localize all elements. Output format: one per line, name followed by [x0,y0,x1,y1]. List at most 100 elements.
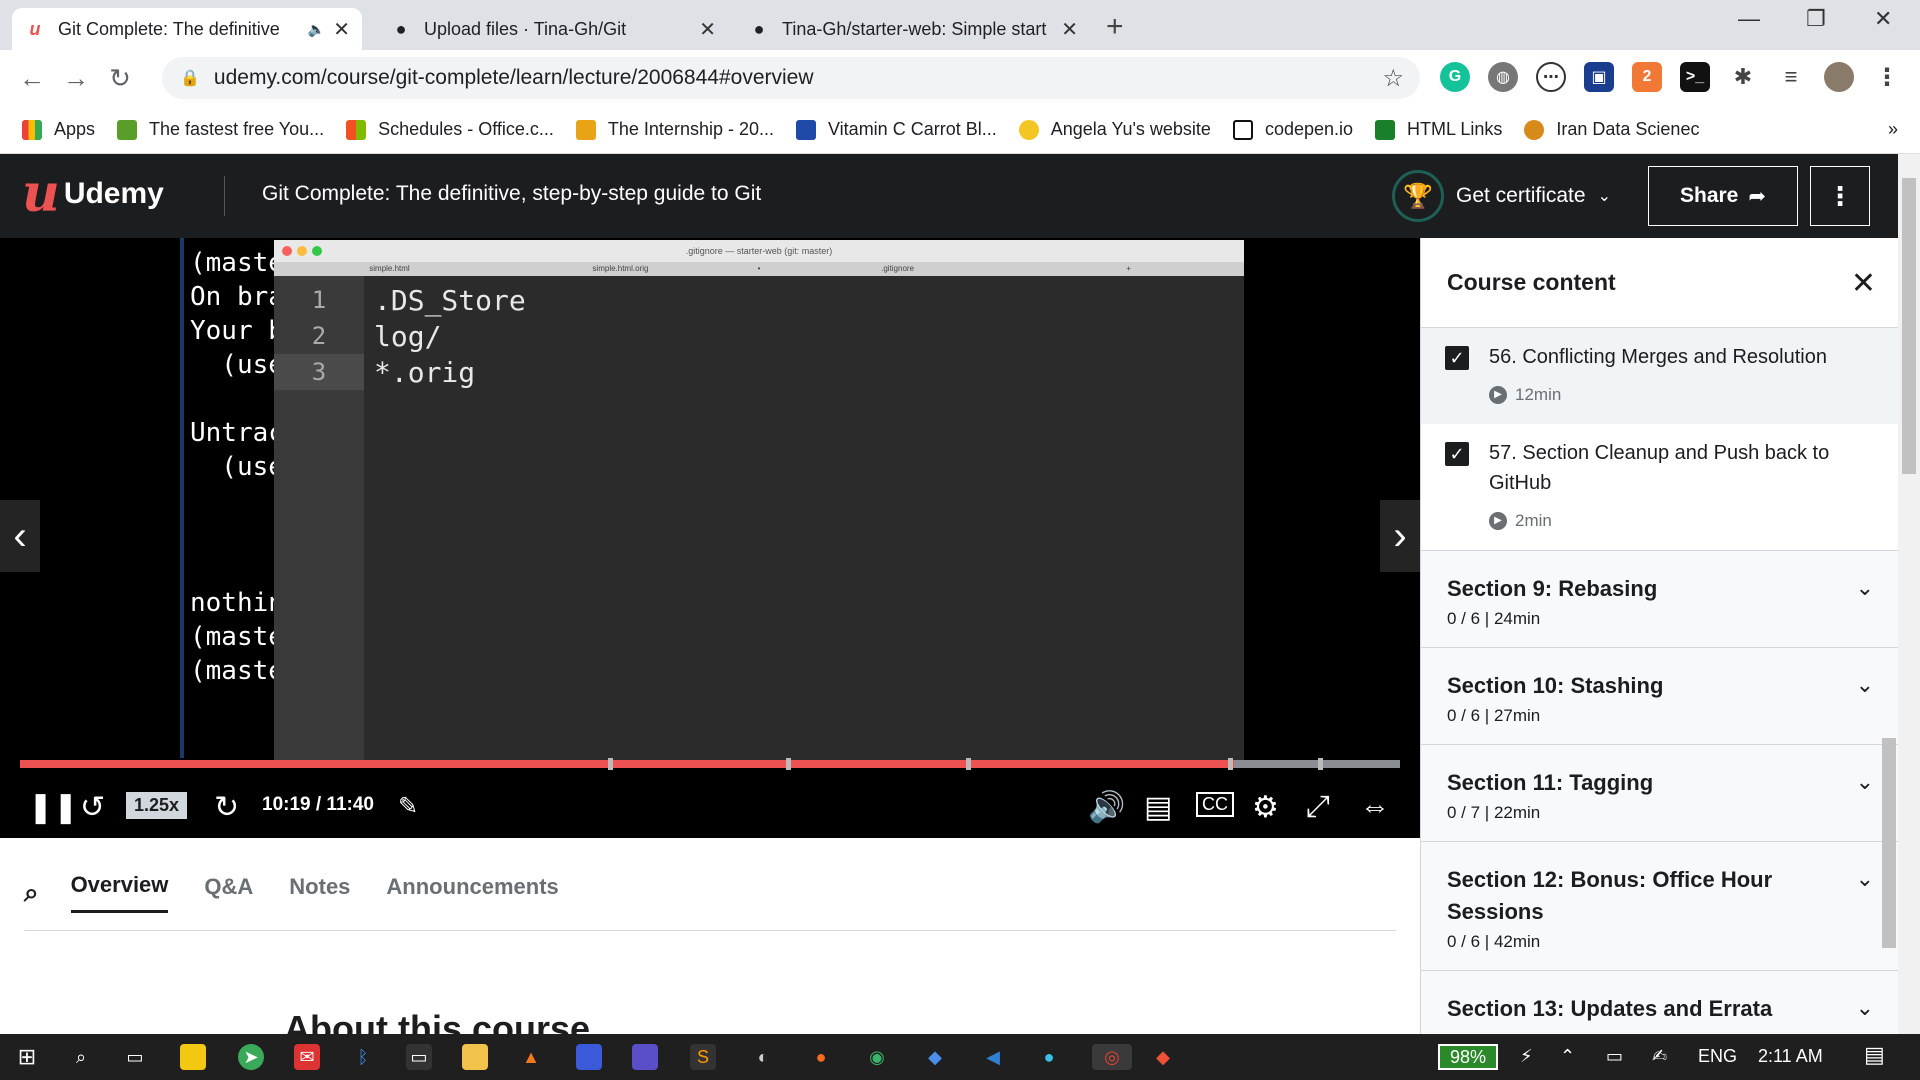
terminal-icon[interactable]: ▭ [406,1044,432,1070]
close-sidebar-button[interactable]: ✕ [1851,266,1876,301]
section-header[interactable]: Section 12: Bonus: Office Hour Sessions … [1421,841,1900,970]
lecture-item[interactable]: ✓ 57. Section Cleanup and Push back to G… [1421,424,1900,550]
forward-button[interactable]: → [54,63,98,94]
volume-icon[interactable]: 🔊 [1088,790,1125,825]
python-icon[interactable]: ◆ [922,1044,948,1070]
section-header[interactable]: Section 9: Rebasing 0 / 6 | 24min ⌄ [1421,550,1900,647]
app-icon[interactable] [632,1044,658,1070]
theater-mode-icon[interactable]: ⇔ [1360,790,1390,824]
section-header[interactable]: Section 10: Stashing 0 / 6 | 27min ⌄ [1421,647,1900,744]
course-title[interactable]: Git Complete: The definitive, step-by-st… [262,182,761,206]
browser-tab-udemy[interactable]: u Git Complete: The definitive 🔈 ✕ [12,8,362,50]
lecture-item[interactable]: ✓ 56. Conflicting Merges and Resolution … [1421,328,1900,424]
fullscreen-icon[interactable]: ⤢ [1306,790,1330,824]
tab-qa[interactable]: Q&A [204,874,253,912]
windows-start-icon[interactable]: ⊞ [14,1044,40,1070]
bookmark-5[interactable]: Angela Yu's website [1018,119,1211,140]
forward-icon[interactable]: ↻ [214,790,239,825]
grammarly-extension-icon[interactable]: G [1440,62,1470,92]
bookmark-3[interactable]: The Internship - 20... [575,119,774,140]
page-scrollbar[interactable] [1898,154,1920,1034]
captions-icon[interactable]: CC [1196,792,1234,817]
tab-overview[interactable]: Overview [70,872,169,913]
bookmark-2[interactable]: Schedules - Office.c... [346,119,554,140]
chevron-up-icon[interactable]: ⌃ [1560,1046,1575,1067]
terminal-extension-icon[interactable]: >_ [1680,62,1710,92]
badge-extension-icon[interactable]: 2 [1632,62,1662,92]
git-icon[interactable]: ◆ [1150,1044,1176,1070]
task-view-icon[interactable]: ▭ [122,1044,148,1070]
transcript-icon[interactable]: ▤ [1144,790,1172,825]
minimize-button[interactable]: — [1738,6,1760,32]
matlab-icon[interactable]: ▲ [518,1044,544,1070]
bookmark-6[interactable]: codepen.io [1232,119,1353,140]
language-indicator[interactable]: ENG [1698,1046,1737,1067]
new-tab-button[interactable]: + [1106,10,1124,44]
checkbox-checked-icon[interactable]: ✓ [1445,442,1469,466]
sticky-notes-icon[interactable] [180,1044,206,1070]
rewind-icon[interactable]: ↺ [80,790,105,825]
profile-avatar[interactable] [1824,62,1854,92]
playback-speed-button[interactable]: 1.25x [126,792,188,819]
video-progress-bar[interactable] [20,758,1400,770]
tab-notes[interactable]: Notes [289,874,350,912]
add-note-icon[interactable]: ✎ [398,792,418,821]
telegram-icon[interactable]: ➤ [238,1044,264,1070]
app-icon[interactable]: ◐ [750,1044,776,1070]
reload-button[interactable]: ↻ [98,63,142,94]
address-bar[interactable]: 🔒 udemy.com/course/git-complete/learn/le… [162,57,1420,99]
search-icon[interactable]: ⌕ [24,877,39,909]
back-button[interactable]: ← [10,63,54,94]
more-bookmarks-button[interactable]: » [1888,119,1898,140]
vscode-icon[interactable]: ◀ [980,1044,1006,1070]
bookmark-1[interactable]: The fastest free You... [117,119,324,140]
clock[interactable]: 2:11 AM [1758,1046,1823,1067]
section-header[interactable]: Section 13: Updates and Errata ⌄ [1421,970,1900,1034]
puzzle-extensions-icon[interactable]: ✱ [1728,62,1758,92]
close-window-button[interactable]: ✕ [1874,6,1892,32]
sidebar-scrollbar[interactable] [1882,738,1896,948]
close-tab-icon[interactable]: ✕ [699,17,716,42]
browser-tab-upload[interactable]: ● Upload files · Tina-Gh/Git ✕ [378,8,728,50]
restore-button[interactable]: ❐ [1806,6,1826,32]
bookmark-apps[interactable]: Apps [22,119,95,140]
bluetooth-icon[interactable]: ᛒ [350,1044,376,1070]
code-extension-icon[interactable]: ⋯ [1536,62,1566,92]
app-icon[interactable] [576,1044,602,1070]
udemy-logo[interactable]: u Udemy [22,168,164,220]
chrome-icon[interactable]: ◎ [1092,1044,1132,1070]
firefox-icon[interactable]: ● [808,1044,834,1070]
chrome-menu-icon[interactable]: ⋮ [1872,62,1902,92]
bookmark-4[interactable]: Vitamin C Carrot Bl... [796,119,997,140]
search-icon[interactable]: ⌕ [68,1044,94,1070]
mail-icon[interactable]: ✉ [294,1044,320,1070]
get-certificate-button[interactable]: 🏆 Get certificate ⌄ [1392,170,1611,222]
bookmark-star-icon[interactable]: ☆ [1382,64,1404,93]
app-icon[interactable]: ◉ [864,1044,890,1070]
close-tab-icon[interactable]: ✕ [1061,17,1078,42]
video-player[interactable]: (maste On bra Your b (use Untrac (use no… [0,238,1420,838]
globe-extension-icon[interactable]: ◍ [1488,62,1518,92]
network-icon[interactable]: ▭ [1606,1046,1623,1067]
page-scroll-thumb[interactable] [1902,178,1916,474]
bookmark-7[interactable]: HTML Links [1375,119,1502,140]
more-options-button[interactable]: ⋮ [1810,166,1870,226]
bookmark-8[interactable]: Iran Data Scienec [1524,119,1699,140]
settings-gear-icon[interactable]: ⚙ [1252,790,1279,825]
battery-indicator[interactable]: 98% [1438,1044,1498,1070]
checkbox-checked-icon[interactable]: ✓ [1445,346,1469,370]
previous-lecture-button[interactable]: ‹ [0,500,40,572]
browser-tab-starter-web[interactable]: ● Tina-Gh/starter-web: Simple start ✕ [736,8,1090,50]
notifications-icon[interactable]: ▤ [1864,1042,1885,1068]
media-control-icon[interactable]: ≡ [1776,62,1806,92]
close-tab-icon[interactable]: ✕ [333,17,350,42]
sublime-icon[interactable]: S [690,1044,716,1070]
audio-playing-icon[interactable]: 🔈 [308,21,325,38]
share-button[interactable]: Share ➦ [1648,166,1798,226]
tab-announcements[interactable]: Announcements [386,874,558,912]
edge-icon[interactable]: ● [1036,1044,1062,1070]
next-lecture-button[interactable]: › [1380,500,1420,572]
file-explorer-icon[interactable] [462,1044,488,1070]
screen-extension-icon[interactable]: ▣ [1584,62,1614,92]
pen-icon[interactable]: ✍ [1652,1046,1667,1067]
